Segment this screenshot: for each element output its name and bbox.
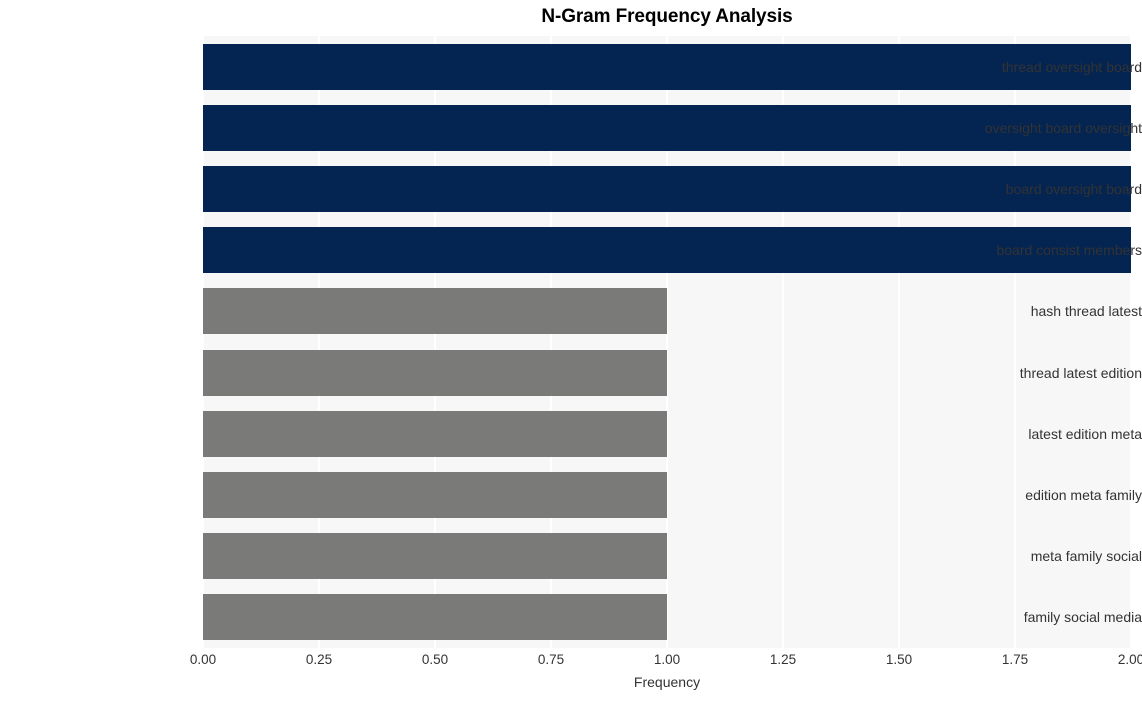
y-axis-tick-label: family social media <box>1023 609 1142 626</box>
bar <box>203 472 667 518</box>
bar <box>203 533 667 580</box>
y-axis-tick-label: meta family social <box>1030 548 1142 565</box>
x-axis-tick-label: 0.75 <box>537 652 565 667</box>
ngram-frequency-chart-figure: N-Gram Frequency Analysis thread oversig… <box>0 0 1142 701</box>
x-axis-tick-label: 0.25 <box>305 652 333 667</box>
x-axis-tick-label: 1.50 <box>885 652 913 667</box>
y-axis-tick-label: board oversight board <box>1005 181 1142 197</box>
chart-title: N-Gram Frequency Analysis <box>541 6 793 27</box>
x-axis-tick-label: 0.50 <box>421 652 449 667</box>
x-axis-tick-label: 1.00 <box>653 652 681 667</box>
y-axis-tick-label: edition meta family <box>1025 487 1142 503</box>
bar <box>203 288 667 335</box>
y-axis-tick-label: latest edition meta <box>1028 425 1142 442</box>
x-axis-tick-label: 1.75 <box>1001 652 1029 667</box>
x-axis-tick-label: 2.00 <box>1117 652 1142 667</box>
bar <box>203 410 667 457</box>
bar <box>203 349 667 396</box>
x-axis-tick-label: 0.00 <box>189 652 217 667</box>
bar <box>203 594 667 641</box>
y-axis-tick-label: thread latest edition <box>1019 364 1142 381</box>
x-axis-label: Frequency <box>633 674 701 690</box>
y-axis-tick-label: oversight board oversight <box>984 119 1142 136</box>
y-axis-tick-label: thread oversight board <box>1001 58 1142 75</box>
x-axis-tick-label: 1.25 <box>769 652 797 667</box>
y-axis-tick-label: board consist members <box>996 242 1142 259</box>
y-axis-tick-label: hash thread latest <box>1030 303 1142 320</box>
